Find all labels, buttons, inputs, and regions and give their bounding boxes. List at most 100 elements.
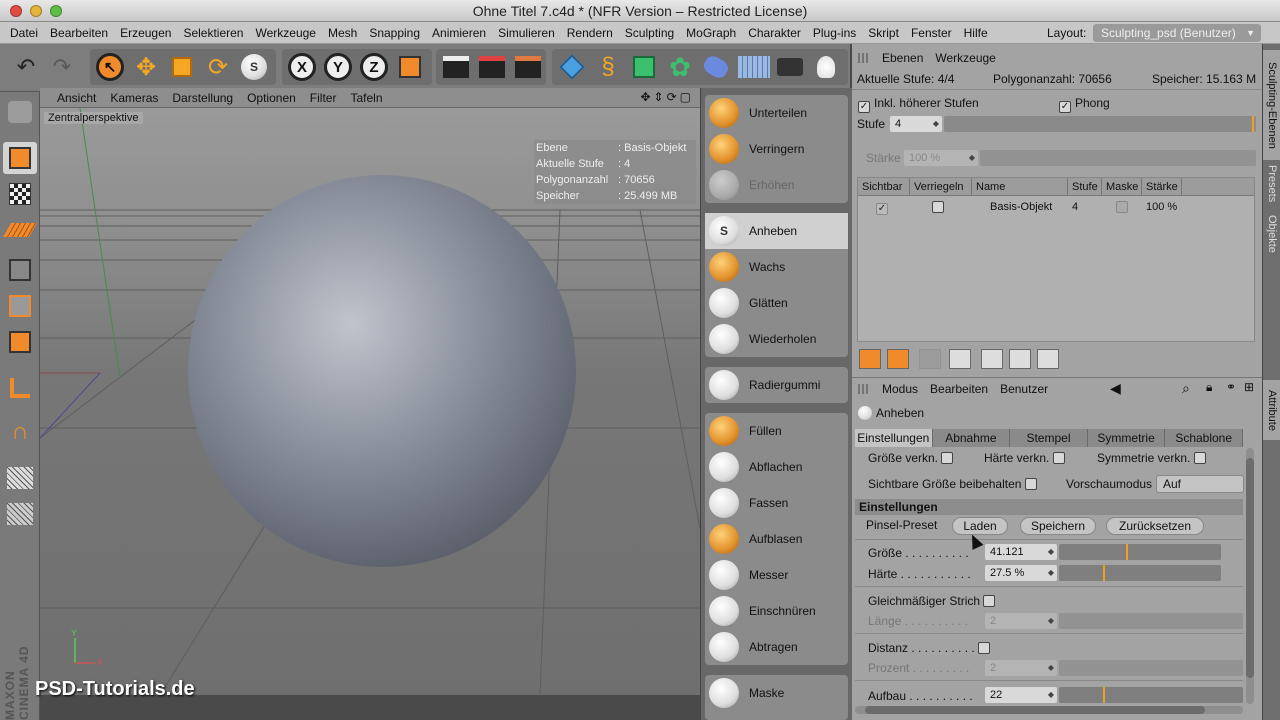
brush-maske[interactable]: Maske: [705, 675, 848, 711]
brush-abflachen[interactable]: Abflachen: [705, 449, 848, 485]
environment-button[interactable]: [736, 51, 772, 83]
menu-erzeugen[interactable]: Erzeugen: [114, 26, 177, 40]
x-axis-lock-button[interactable]: X: [286, 51, 318, 83]
spinner-icon[interactable]: ◆: [933, 116, 939, 132]
attributes-menu-modus[interactable]: Modus: [876, 382, 924, 396]
prozent-slider[interactable]: [1059, 660, 1243, 676]
menu-werkzeuge[interactable]: Werkzeuge: [249, 26, 321, 40]
menu-plugins[interactable]: Plug-ins: [807, 26, 862, 40]
spinner-icon[interactable]: ◆: [1048, 660, 1054, 676]
rotate-tool-button[interactable]: ⟳: [202, 51, 234, 83]
checkbox[interactable]: [1024, 478, 1037, 490]
z-axis-lock-button[interactable]: Z: [358, 51, 390, 83]
staerke-field[interactable]: 100 % ◆: [904, 150, 978, 166]
texture-mode-button[interactable]: [3, 178, 37, 210]
lock-checkbox[interactable]: [932, 200, 944, 213]
checkbox[interactable]: [1059, 101, 1071, 113]
tab-abnahme[interactable]: Abnahme: [932, 429, 1011, 447]
render-picture-viewer-button[interactable]: [476, 51, 508, 83]
checkbox[interactable]: [983, 595, 996, 607]
render-view-button[interactable]: [440, 51, 472, 83]
brush-verringern[interactable]: Verringern: [705, 131, 848, 167]
tab-presets[interactable]: Presets: [1263, 160, 1280, 208]
model-mode-button[interactable]: [3, 142, 37, 174]
workplane-settings-button[interactable]: [3, 498, 37, 530]
spinner-icon[interactable]: ◆: [1048, 613, 1054, 629]
menu-simulieren[interactable]: Simulieren: [492, 26, 561, 40]
axis-mode-button[interactable]: [3, 372, 37, 404]
nurbs-button[interactable]: [628, 51, 660, 83]
workplane-lock-button[interactable]: [3, 462, 37, 494]
incl-higher-levels-option[interactable]: Inkl. höherer Stufen: [858, 96, 979, 113]
menu-animieren[interactable]: Animieren: [426, 26, 492, 40]
array-button[interactable]: ✿: [664, 51, 696, 83]
brush-aufblasen[interactable]: Aufblasen: [705, 521, 848, 557]
back-arrow-icon[interactable]: ◀: [1110, 380, 1121, 397]
brush-messer[interactable]: Messer: [705, 557, 848, 593]
tab-attribute[interactable]: Attribute: [1263, 380, 1280, 440]
menu-snapping[interactable]: Snapping: [363, 26, 426, 40]
zuruecksetzen-button[interactable]: Zurücksetzen: [1106, 517, 1204, 535]
brush-erhoehen[interactable]: Erhöhen: [705, 167, 848, 203]
viewport-menu-tafeln[interactable]: Tafeln: [343, 91, 389, 105]
brush-radiergummi[interactable]: Radiergummi: [705, 367, 848, 403]
move-tool-button[interactable]: ✥: [130, 51, 162, 83]
viewport-menu-darstellung[interactable]: Darstellung: [165, 91, 240, 105]
deformer-button[interactable]: [700, 51, 732, 83]
scale-tool-button[interactable]: [166, 51, 198, 83]
workplane-mode-button[interactable]: [2, 214, 38, 246]
laenge-field[interactable]: 2 ◆: [985, 613, 1057, 629]
checkbox[interactable]: [858, 101, 870, 113]
haerte-verkn-option[interactable]: Härte verkn.: [984, 451, 1069, 465]
vorschaumodus-select[interactable]: Auf Oberfläche: [1156, 475, 1244, 493]
menu-fenster[interactable]: Fenster: [905, 26, 958, 40]
brush-anheben[interactable]: S Anheben: [705, 213, 848, 249]
spline-button[interactable]: §: [592, 51, 624, 83]
brush-einschnueren[interactable]: Einschnüren: [705, 593, 848, 629]
3d-viewport[interactable]: Y X Zentralperspektive Ebene: Basis-Obje…: [40, 108, 700, 695]
light-button[interactable]: [810, 51, 842, 83]
laden-button[interactable]: Laden: [952, 517, 1008, 535]
aufbau-field[interactable]: 22 ◆: [985, 687, 1057, 703]
viewport-navigation-icons[interactable]: ✥⇕⟳▢: [640, 90, 694, 104]
column-header[interactable]: Stufe: [1068, 178, 1102, 195]
menu-sculpting[interactable]: Sculpting: [619, 26, 680, 40]
tab-stempel[interactable]: Stempel: [1010, 429, 1088, 447]
edges-mode-button[interactable]: [3, 290, 37, 322]
y-axis-lock-button[interactable]: Y: [322, 51, 354, 83]
add-folder-icon[interactable]: [887, 349, 909, 369]
spinner-icon[interactable]: ◆: [969, 150, 975, 166]
aufbau-slider[interactable]: [1059, 687, 1243, 703]
menu-skript[interactable]: Skript: [862, 26, 905, 40]
column-header[interactable]: Name: [972, 178, 1068, 195]
attributes-menu-benutzer[interactable]: Benutzer: [994, 382, 1054, 396]
tab-einstellungen[interactable]: Einstellungen: [855, 429, 933, 447]
brush-wiederholen[interactable]: Wiederholen: [705, 321, 848, 357]
checkbox[interactable]: [978, 642, 991, 654]
attributes-menu-bearbeiten[interactable]: Bearbeiten: [924, 382, 994, 396]
menu-mesh[interactable]: Mesh: [322, 26, 363, 40]
viewport-menu-kameras[interactable]: Kameras: [103, 91, 165, 105]
column-header[interactable]: Maske: [1102, 178, 1142, 195]
paste-layer-icon[interactable]: [1009, 349, 1031, 369]
groesse-field[interactable]: 41.121 ◆: [985, 544, 1057, 560]
undo-button[interactable]: ↶: [10, 51, 42, 83]
groesse-verkn-option[interactable]: Größe verkn.: [868, 451, 957, 465]
render-settings-button[interactable]: [512, 51, 544, 83]
staerke-slider[interactable]: [980, 150, 1256, 166]
layer-name[interactable]: Basis-Objekt: [972, 201, 1068, 213]
tab-objekte[interactable]: Objekte: [1263, 210, 1280, 258]
horizontal-scrollbar[interactable]: [855, 706, 1243, 714]
brush-fuellen[interactable]: Füllen: [705, 413, 848, 449]
link-icon[interactable]: ⚭: [1226, 380, 1236, 394]
menu-hilfe[interactable]: Hilfe: [958, 26, 994, 40]
checkbox[interactable]: [941, 452, 954, 464]
menu-datei[interactable]: Datei: [4, 26, 44, 40]
menu-bearbeiten[interactable]: Bearbeiten: [44, 26, 114, 40]
search-icon[interactable]: ⌕: [1182, 380, 1190, 397]
stufe-slider[interactable]: [944, 116, 1256, 132]
clear-layer-icon[interactable]: [949, 349, 971, 369]
symmetrie-verkn-option[interactable]: Symmetrie verkn.: [1097, 451, 1210, 465]
spinner-icon[interactable]: ◆: [1048, 565, 1054, 581]
laenge-slider[interactable]: [1059, 613, 1243, 629]
